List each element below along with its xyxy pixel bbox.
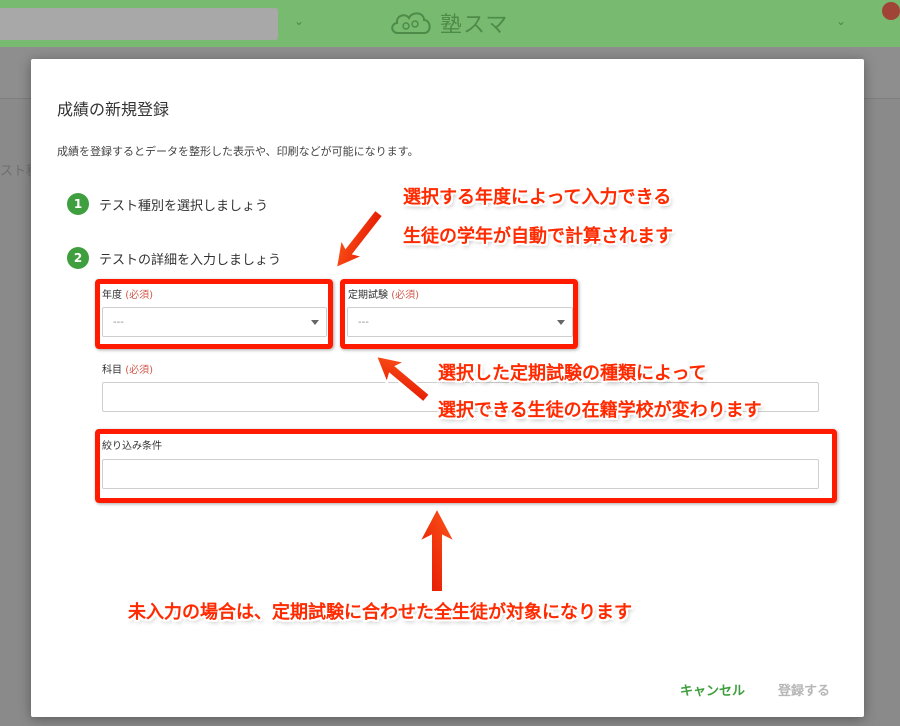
year-highlight-box bbox=[95, 279, 333, 349]
filter-highlight-box bbox=[95, 429, 837, 503]
step-label: テストの詳細を入力しましょう bbox=[99, 252, 282, 268]
cloud-logo-icon bbox=[391, 12, 431, 34]
required-marker: (必須) bbox=[125, 365, 153, 376]
step-1[interactable]: 1 テスト種別を選択しましょう bbox=[67, 193, 268, 215]
app-header: ⌄ 塾スマ ⌄ bbox=[0, 0, 900, 47]
step-number-badge: 1 bbox=[67, 193, 89, 215]
callout-exam-line2: 選択できる生徒の在籍学校が変わります bbox=[438, 400, 762, 421]
modal-description: 成績を登録するとデータを整形した表示や、印刷などが可能になります。 bbox=[57, 145, 419, 158]
app-logo: 塾スマ bbox=[388, 6, 508, 40]
callout-year-line2: 生徒の学年が自動で計算されます bbox=[403, 226, 673, 247]
subject-field-label: 科目 (必須) bbox=[102, 361, 153, 376]
callout-filter: 未入力の場合は、定期試験に合わせた全生徒が対象になります bbox=[128, 602, 632, 623]
callout-year-line1: 選択する年度によって入力できる bbox=[403, 187, 672, 208]
subject-label-text: 科目 bbox=[102, 365, 122, 376]
chevron-down-icon[interactable]: ⌄ bbox=[294, 14, 304, 28]
step-label: テスト種別を選択しましょう bbox=[99, 198, 269, 214]
app-name: 塾スマ bbox=[440, 13, 509, 38]
cancel-button[interactable]: キャンセル bbox=[680, 680, 745, 699]
modal-title: 成績の新規登録 bbox=[57, 100, 170, 119]
header-search-input[interactable] bbox=[0, 8, 278, 40]
submit-button[interactable]: 登録する bbox=[778, 680, 830, 699]
exam-highlight-box bbox=[340, 279, 578, 349]
step-2[interactable]: 2 テストの詳細を入力しましょう bbox=[67, 247, 281, 269]
chevron-down-icon[interactable]: ⌄ bbox=[836, 14, 846, 28]
step-number-badge: 2 bbox=[67, 247, 89, 269]
callout-exam-line1: 選択した定期試験の種類によって bbox=[438, 363, 707, 384]
notification-badge[interactable] bbox=[882, 2, 900, 20]
